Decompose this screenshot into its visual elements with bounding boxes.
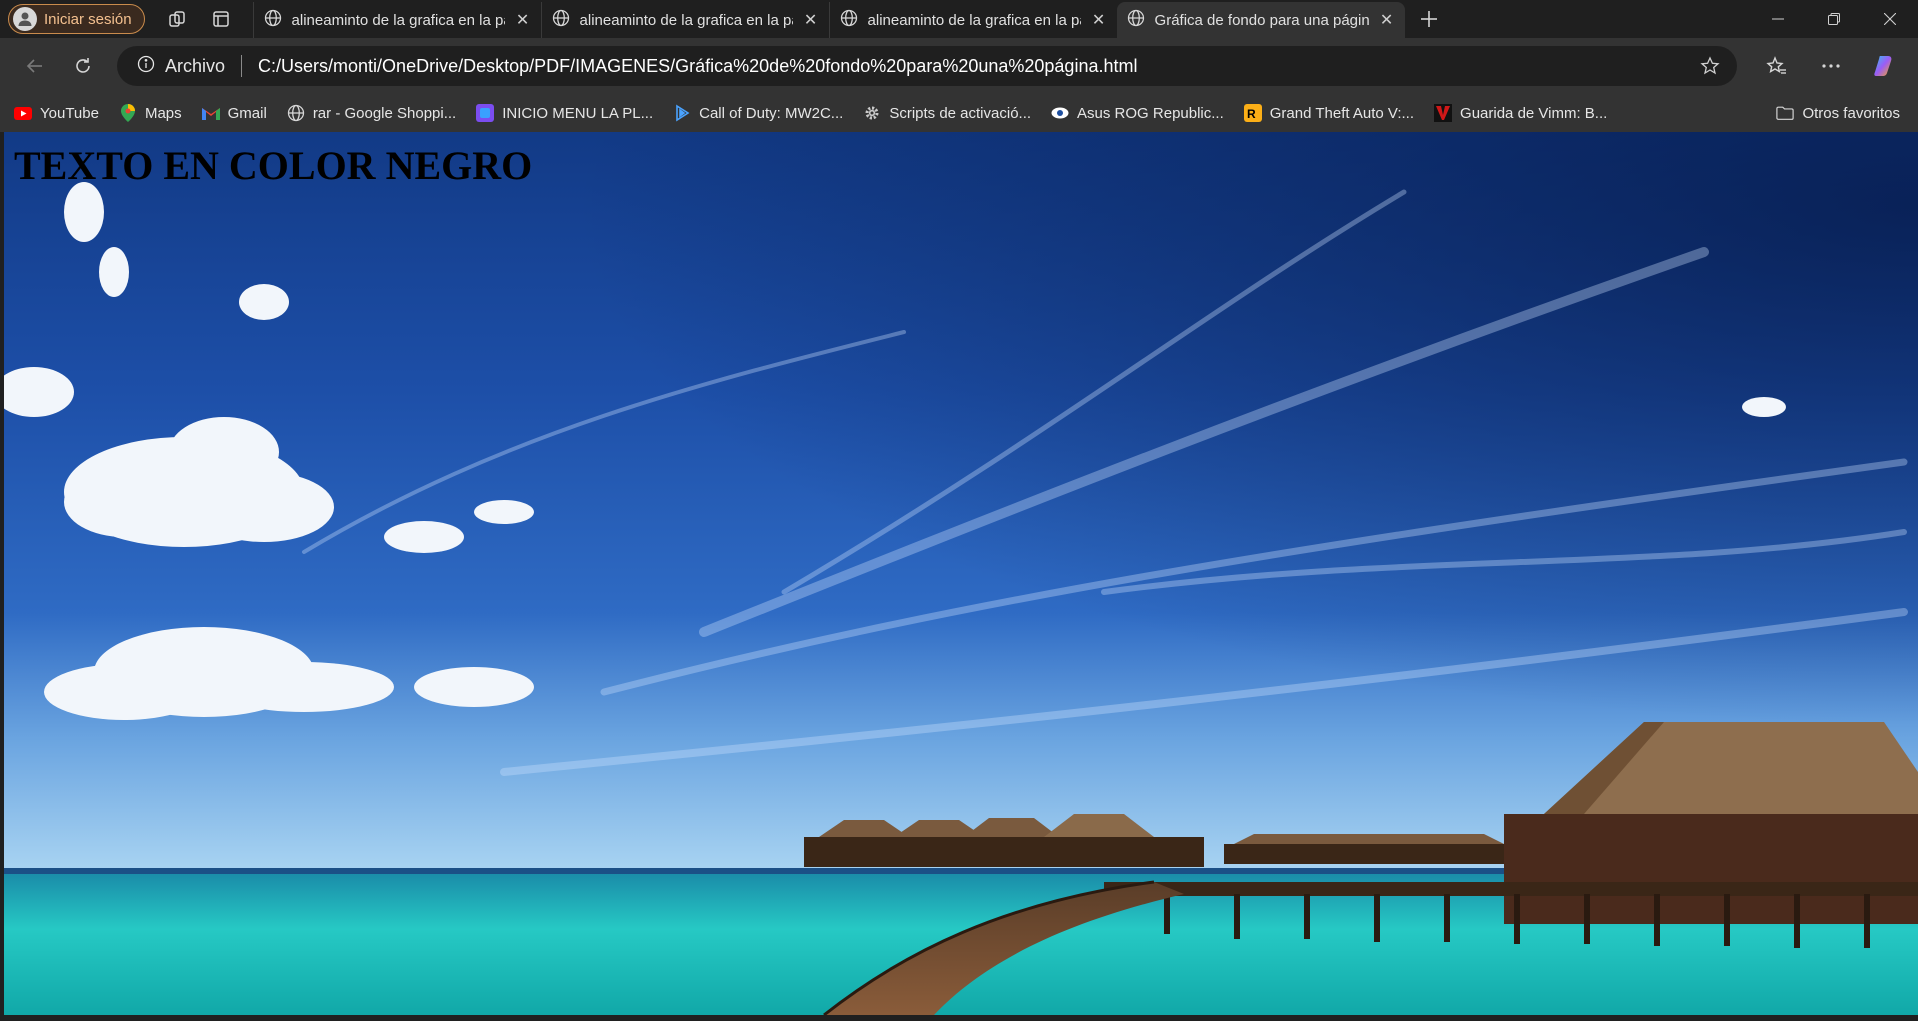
other-favorites-label: Otros favoritos bbox=[1802, 104, 1900, 122]
restore-icon[interactable] bbox=[1806, 0, 1862, 38]
profile-button[interactable]: Iniciar sesión bbox=[8, 4, 145, 34]
profile-label: Iniciar sesión bbox=[44, 10, 132, 28]
minimize-icon[interactable] bbox=[1750, 0, 1806, 38]
tab-title: Gráfica de fondo para una página bbox=[1154, 11, 1369, 29]
maps-icon bbox=[119, 104, 137, 122]
bookmarks-bar: YouTube Maps Gmail rar - Google Shoppi..… bbox=[0, 94, 1918, 132]
toolbar: Archivo C:/Users/monti/OneDrive/Desktop/… bbox=[0, 38, 1918, 94]
app-icon bbox=[476, 104, 495, 122]
bookmark-call-of-duty[interactable]: Call of Duty: MW2C... bbox=[663, 104, 853, 122]
new-tab-button[interactable] bbox=[1409, 3, 1449, 35]
bookmark-gta-v[interactable]: R Grand Theft Auto V:... bbox=[1234, 104, 1424, 122]
bookmark-scripts[interactable]: Scripts de activació... bbox=[853, 104, 1041, 122]
bookmark-label: YouTube bbox=[40, 104, 99, 122]
tab-title: alineaminto de la grafica en la pa bbox=[291, 11, 505, 29]
favorite-star-icon[interactable] bbox=[1695, 56, 1725, 76]
page-heading: TEXTO EN COLOR NEGRO bbox=[14, 143, 533, 188]
tab-actions-icon[interactable] bbox=[203, 3, 239, 35]
workspaces-icon[interactable] bbox=[159, 3, 195, 35]
globe-icon bbox=[264, 9, 282, 31]
close-icon[interactable]: ✕ bbox=[515, 10, 531, 30]
tab-title: alineaminto de la grafica en la pa bbox=[579, 11, 793, 29]
svg-text:R: R bbox=[1247, 107, 1256, 121]
copilot-icon[interactable] bbox=[1865, 46, 1905, 86]
back-button[interactable] bbox=[15, 46, 55, 86]
other-favorites[interactable]: Otros favoritos bbox=[1766, 104, 1910, 122]
url-text[interactable]: C:/Users/monti/OneDrive/Desktop/PDF/IMAG… bbox=[258, 56, 1695, 77]
refresh-button[interactable] bbox=[63, 46, 103, 86]
bookmark-label: Guarida de Vimm: B... bbox=[1460, 104, 1608, 122]
bookmark-label: Maps bbox=[144, 104, 182, 122]
globe-icon bbox=[840, 9, 858, 31]
rockstar-icon: R bbox=[1243, 104, 1262, 122]
tab-4-active[interactable]: Gráfica de fondo para una página ✕ bbox=[1116, 2, 1405, 38]
tab-3[interactable]: alineaminto de la grafica en la pa ✕ bbox=[828, 2, 1117, 38]
bookmark-maps[interactable]: Maps bbox=[109, 104, 192, 122]
globe-icon bbox=[552, 9, 570, 31]
tab-1[interactable]: alineaminto de la grafica en la pa ✕ bbox=[252, 2, 541, 38]
bookmark-vimm[interactable]: Guarida de Vimm: B... bbox=[1424, 104, 1617, 122]
tab-bar: Iniciar sesión alineaminto de la grafica… bbox=[0, 0, 1918, 38]
site-info-label: Archivo bbox=[165, 55, 226, 76]
address-bar[interactable]: Archivo C:/Users/monti/OneDrive/Desktop/… bbox=[117, 46, 1737, 86]
bookmark-asus-rog[interactable]: Asus ROG Republic... bbox=[1041, 104, 1234, 122]
close-icon[interactable]: ✕ bbox=[803, 10, 819, 30]
divider bbox=[241, 55, 243, 77]
folder-icon bbox=[1776, 104, 1795, 122]
window-close-icon[interactable] bbox=[1862, 0, 1918, 38]
tab-2[interactable]: alineaminto de la grafica en la pa ✕ bbox=[540, 2, 829, 38]
bookmark-inicio-menu[interactable]: INICIO MENU LA PL... bbox=[466, 104, 663, 122]
avatar-icon bbox=[13, 7, 37, 31]
tab-strip: alineaminto de la grafica en la pa ✕ ali… bbox=[252, 0, 1405, 38]
bookmark-youtube[interactable]: YouTube bbox=[0, 104, 109, 122]
bookmark-label: Call of Duty: MW2C... bbox=[699, 104, 844, 122]
window-controls bbox=[1750, 0, 1918, 38]
info-icon bbox=[137, 55, 155, 78]
page-viewport: TEXTO EN COLOR NEGRO bbox=[4, 132, 1918, 1015]
bookmark-label: rar - Google Shoppi... bbox=[312, 104, 457, 122]
youtube-icon bbox=[14, 104, 32, 122]
gmail-icon bbox=[201, 104, 220, 122]
bookmark-label: Gmail bbox=[227, 104, 267, 122]
tab-title: alineaminto de la grafica en la pa bbox=[867, 11, 1081, 29]
bookmark-gmail[interactable]: Gmail bbox=[192, 104, 277, 122]
toolbar-right bbox=[1757, 46, 1905, 86]
bookmark-google-shopping[interactable]: rar - Google Shoppi... bbox=[277, 104, 466, 122]
background-image bbox=[4, 132, 1918, 1015]
globe-icon bbox=[287, 104, 305, 122]
bookmark-label: Scripts de activació... bbox=[889, 104, 1032, 122]
cod-icon bbox=[673, 104, 691, 122]
globe-icon bbox=[1127, 9, 1145, 31]
bookmark-label: Asus ROG Republic... bbox=[1077, 104, 1224, 122]
more-options-icon[interactable] bbox=[1811, 46, 1851, 86]
favorites-icon[interactable] bbox=[1757, 46, 1797, 86]
gear-icon bbox=[863, 104, 881, 122]
bookmark-label: Grand Theft Auto V:... bbox=[1269, 104, 1415, 122]
close-icon[interactable]: ✕ bbox=[1091, 10, 1107, 30]
site-info-button[interactable]: Archivo bbox=[137, 55, 225, 78]
bookmark-label: INICIO MENU LA PL... bbox=[502, 104, 654, 122]
vimm-icon bbox=[1434, 104, 1453, 122]
eye-icon bbox=[1051, 104, 1069, 122]
close-icon[interactable]: ✕ bbox=[1379, 10, 1395, 30]
